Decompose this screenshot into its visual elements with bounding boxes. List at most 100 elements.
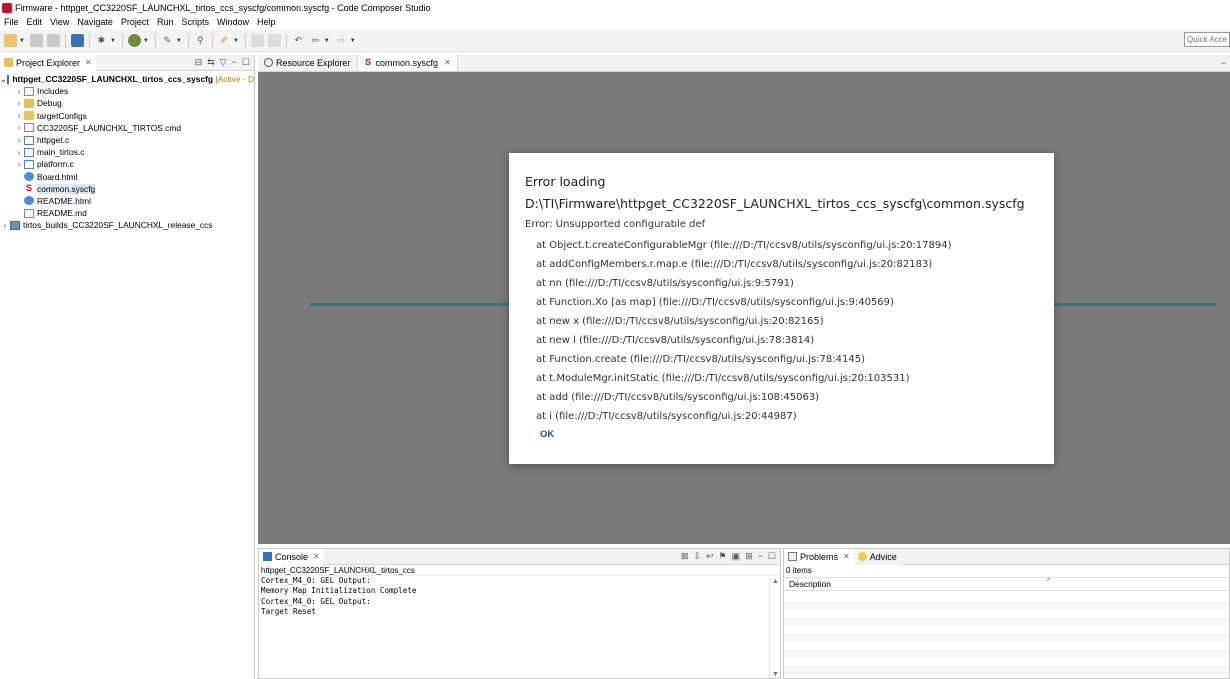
build-icon[interactable]: ✱ xyxy=(95,34,108,47)
maximize-icon[interactable]: ☐ xyxy=(768,551,776,562)
minimize-icon[interactable]: − xyxy=(232,57,237,68)
console-output: Cortex_M4_0: GEL Output: Memory Map Init… xyxy=(259,576,780,617)
marker-icon[interactable]: ✐ xyxy=(218,34,231,47)
console-launch-name: httpget_CC3220SF_LAUNCHXL_tirtos_ccs xyxy=(259,565,780,576)
chevron-right-icon[interactable]: › xyxy=(14,123,24,132)
tree-item-root-project[interactable]: ⌄ httpget_CC3220SF_LAUNCHXL_tirtos_ccs_s… xyxy=(0,73,254,85)
chevron-right-icon[interactable]: › xyxy=(14,87,24,96)
tab-resource-explorer[interactable]: Resource Explorer xyxy=(258,54,358,71)
chevron-right-icon[interactable]: › xyxy=(14,111,24,120)
stack-line: at nn (file:///D:/TI/ccsv8/utils/sysconf… xyxy=(536,278,794,289)
toolbar-separator xyxy=(285,33,287,48)
tab-advice[interactable]: Advice xyxy=(853,548,901,565)
close-icon[interactable]: ✕ xyxy=(843,552,850,561)
terminal-icon[interactable] xyxy=(70,34,84,47)
chevron-down-icon[interactable]: ▼ xyxy=(143,38,149,44)
view-menu-icon[interactable]: ▽ xyxy=(220,57,227,68)
menu-navigate[interactable]: Navigate xyxy=(73,17,117,27)
menu-view[interactable]: View xyxy=(46,17,73,27)
menu-scripts[interactable]: Scripts xyxy=(177,17,213,27)
search-icon[interactable]: ⚲ xyxy=(194,34,207,47)
tree-item-label: main_tirtos.c xyxy=(37,147,85,158)
tab-console[interactable]: Console ✕ xyxy=(259,548,324,565)
tree-item-cmd-file[interactable]: › CC3220SF_LAUNCHXL_TIRTOS.cmd xyxy=(0,122,254,134)
menu-run[interactable]: Run xyxy=(153,17,178,27)
tree-item-readme-html[interactable]: README.html xyxy=(0,195,254,207)
dialog-title: Error loading xyxy=(525,174,606,189)
chevron-down-icon[interactable]: ⌄ xyxy=(0,75,7,84)
quick-access-input[interactable] xyxy=(1184,32,1230,47)
chevron-right-icon[interactable]: › xyxy=(14,148,24,157)
word-wrap-icon[interactable]: ↩ xyxy=(706,551,714,562)
scroll-up-icon[interactable]: ▲ xyxy=(772,578,779,585)
tree-item-board-html[interactable]: Board.html xyxy=(0,171,254,183)
syscfg-icon: S xyxy=(365,57,372,67)
tab-label: Problems xyxy=(800,551,839,562)
tree-item-platform-c[interactable]: › platform.c xyxy=(0,158,254,170)
prev-annotation-icon[interactable] xyxy=(250,34,264,47)
tree-item-includes[interactable]: › Includes xyxy=(0,85,254,97)
collapse-all-icon[interactable]: ⊟ xyxy=(195,57,203,68)
menu-file[interactable]: File xyxy=(0,17,23,27)
forward-arrow-icon[interactable]: ⇨ xyxy=(335,34,348,47)
chevron-down-icon[interactable]: ▼ xyxy=(350,38,356,44)
tree-item-httpget-c[interactable]: › httpget.c xyxy=(0,134,254,146)
menu-project[interactable]: Project xyxy=(117,17,153,27)
menu-edit[interactable]: Edit xyxy=(23,17,47,27)
minimize-icon[interactable]: − xyxy=(1221,58,1226,68)
chevron-down-icon[interactable]: ▼ xyxy=(324,38,330,44)
new-icon[interactable] xyxy=(4,34,17,47)
menu-window[interactable]: Window xyxy=(213,17,253,27)
tree-item-debug[interactable]: › Debug xyxy=(0,97,254,109)
main-toolbar: ▼ ✱ ▼ ▼ ✎ ▼ ⚲ ✐ ▼ ↶ ⇦ ▼ ⇨ ▼ xyxy=(0,30,1230,52)
chevron-down-icon[interactable]: ▼ xyxy=(19,38,25,44)
debug-icon[interactable] xyxy=(127,34,141,47)
tree-item-main-tirtos-c[interactable]: › main_tirtos.c xyxy=(0,146,254,158)
ok-button[interactable]: OK xyxy=(540,429,554,440)
open-console-icon[interactable]: ⊞ xyxy=(745,551,753,562)
menu-help[interactable]: Help xyxy=(253,17,280,27)
minimize-icon[interactable]: − xyxy=(758,551,763,562)
chevron-down-icon[interactable]: ▼ xyxy=(233,38,239,44)
dialog-file-path: D:\TI\Firmware\httpget_CC3220SF_LAUNCHXL… xyxy=(525,196,1025,211)
toolbar-separator xyxy=(64,33,66,48)
clear-console-icon[interactable]: ⊠ xyxy=(681,551,689,562)
tab-common-syscfg[interactable]: S common.syscfg ✕ xyxy=(357,54,458,71)
close-icon[interactable]: ✕ xyxy=(444,58,451,67)
chevron-down-icon[interactable]: ▼ xyxy=(176,38,182,44)
scroll-down-icon[interactable]: ▼ xyxy=(772,671,779,678)
console-scrollbar[interactable]: ▲ ▼ xyxy=(769,578,780,678)
save-icon[interactable] xyxy=(29,34,43,47)
console-icon xyxy=(263,552,272,561)
maximize-icon[interactable]: ☐ xyxy=(242,57,250,68)
tree-item-common-syscfg[interactable]: S common.syscfg xyxy=(0,183,254,195)
problems-icon xyxy=(788,552,797,561)
active-status: [Active - D xyxy=(215,74,254,85)
column-header-description[interactable]: Description ^ xyxy=(784,577,1229,591)
chevron-right-icon[interactable]: › xyxy=(14,136,24,145)
last-edit-icon[interactable]: ↶ xyxy=(292,34,305,47)
console-line: Target Reset xyxy=(261,606,316,616)
console-toolbar: ⊠ ⇩ ↩ ⚑ ▣ ⊞ − ☐ xyxy=(681,551,776,562)
tab-problems[interactable]: Problems ✕ xyxy=(784,548,854,565)
scroll-lock-icon[interactable]: ⇩ xyxy=(693,551,701,562)
pin-icon[interactable]: ⚑ xyxy=(719,551,727,562)
project-icon xyxy=(6,74,10,84)
close-icon[interactable]: ✕ xyxy=(85,58,92,67)
tools-icon[interactable]: ✎ xyxy=(161,34,174,47)
tree-item-readme-md[interactable]: README.md xyxy=(0,207,254,219)
chevron-right-icon[interactable]: › xyxy=(0,221,10,230)
chevron-right-icon[interactable]: › xyxy=(14,99,24,108)
c-file-icon xyxy=(24,135,34,145)
link-editor-icon[interactable]: ⇆ xyxy=(207,57,215,68)
tab-project-explorer[interactable]: Project Explorer ✕ xyxy=(0,54,96,71)
next-annotation-icon[interactable] xyxy=(267,34,281,47)
back-arrow-icon[interactable]: ⇦ xyxy=(309,34,322,47)
save-all-icon[interactable] xyxy=(46,34,60,47)
close-icon[interactable]: ✕ xyxy=(313,552,320,561)
tree-item-targetconfigs[interactable]: › targetConfigs xyxy=(0,110,254,122)
display-console-icon[interactable]: ▣ xyxy=(732,551,741,562)
tree-item-second-project[interactable]: › tirtos_builds_CC3220SF_LAUNCHXL_releas… xyxy=(0,219,254,231)
chevron-right-icon[interactable]: › xyxy=(14,160,24,169)
chevron-down-icon[interactable]: ▼ xyxy=(110,38,116,44)
